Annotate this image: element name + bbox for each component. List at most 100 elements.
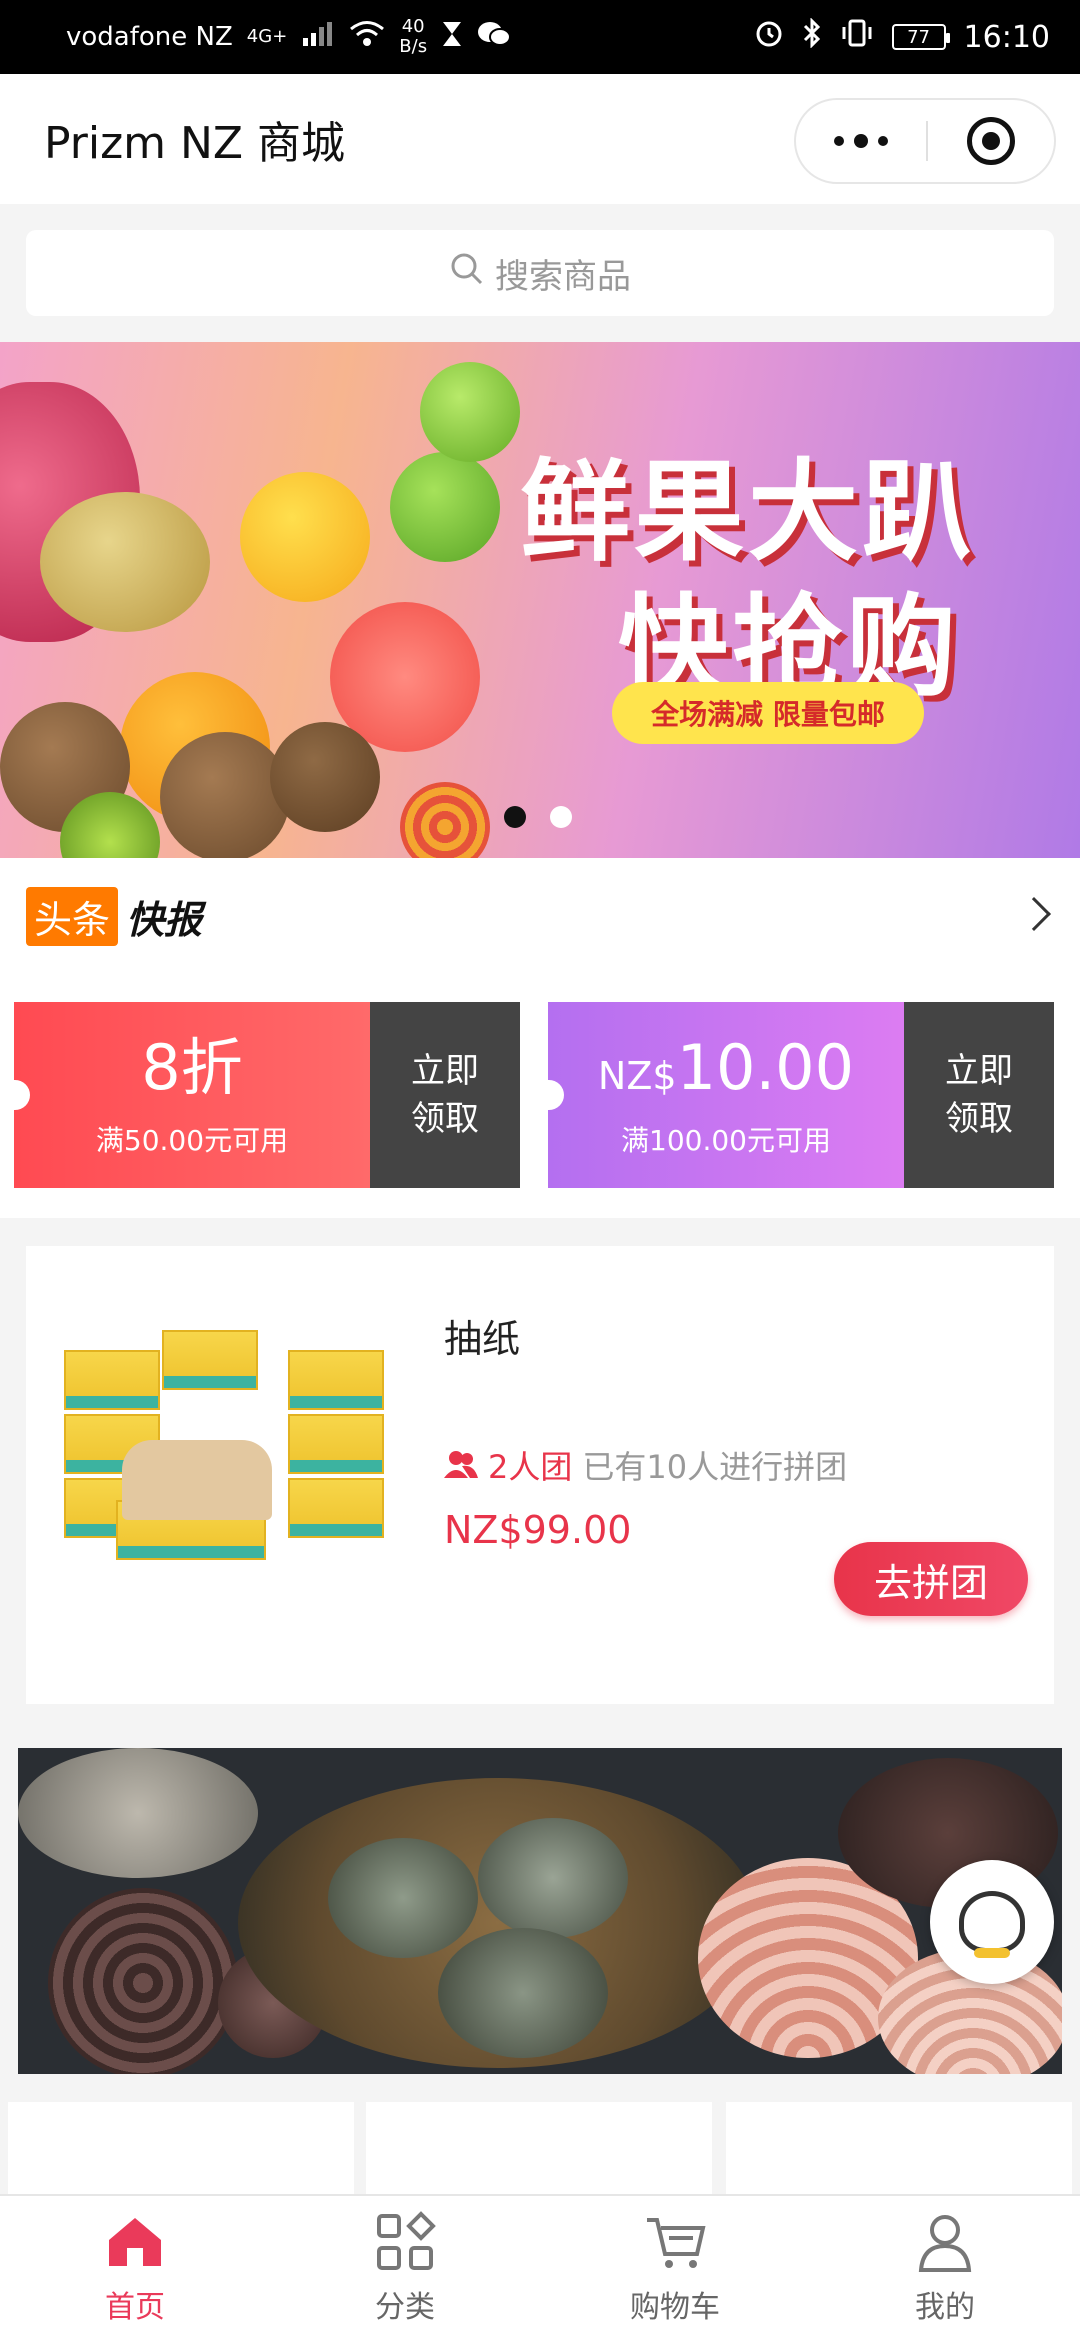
coupon-amount: 8折 xyxy=(141,1031,243,1104)
fruit-image xyxy=(240,472,370,602)
headset-icon xyxy=(959,1891,1025,1958)
product-title: 抽纸 xyxy=(444,1317,521,1361)
seafood-image xyxy=(48,1888,238,2074)
banner-tagline: 全场满减 限量包邮 xyxy=(612,682,924,744)
carousel-dot-active[interactable] xyxy=(504,806,526,828)
status-bar: vodafone NZ 4G+ 40 B/s 77 16:10 xyxy=(0,0,1080,74)
chevron-right-icon xyxy=(1017,897,1051,931)
product-price: NZ$99.00 xyxy=(444,1508,632,1552)
page-title: Prizm NZ 商城 xyxy=(44,118,346,169)
more-button[interactable] xyxy=(796,100,926,182)
search-section: 搜索商品 xyxy=(0,204,1080,342)
status-right: 77 16:10 xyxy=(754,17,1050,56)
tissue-box xyxy=(162,1330,258,1390)
seafood-image xyxy=(328,1838,478,1958)
fruit-image xyxy=(390,452,500,562)
miniprogram-capsule xyxy=(794,98,1056,184)
vibrate-icon xyxy=(840,18,874,56)
tab-label: 购物车 xyxy=(630,2290,720,2325)
wifi-icon xyxy=(349,20,385,55)
coupon-value: NZ$10.00 xyxy=(598,1031,854,1113)
coupon-notch xyxy=(14,1080,30,1110)
seafood-image xyxy=(438,1928,608,2058)
tissue-sheet xyxy=(122,1440,272,1520)
coupon-notch xyxy=(548,1080,564,1110)
tab-home[interactable]: 首页 xyxy=(0,2196,270,2340)
tissue-box xyxy=(64,1350,160,1410)
coupon-section: 8折 满50.00元可用 立即 领取 NZ$10.00 满100.00元可用 立… xyxy=(0,974,1080,1218)
battery-icon: 77 xyxy=(891,24,950,50)
bluetooth-icon xyxy=(802,17,822,56)
group-info: 2人团 已有10人进行拼团 xyxy=(444,1442,847,1488)
bottom-tab-bar: 首页 分类 购物车 我的 xyxy=(0,2194,1080,2340)
fruit-image xyxy=(400,782,490,858)
more-dot-icon xyxy=(854,134,868,148)
claim-label-line1: 立即 xyxy=(411,1051,479,1091)
search-icon xyxy=(449,251,485,296)
claim-label-line2: 领取 xyxy=(411,1099,479,1139)
coupon-amount: 10.00 xyxy=(676,1031,855,1104)
tab-label: 我的 xyxy=(915,2290,975,2325)
join-group-button[interactable]: 去拼团 xyxy=(834,1542,1028,1616)
product-grid xyxy=(0,2092,1080,2212)
people-icon xyxy=(444,1450,478,1480)
news-label: 快报 xyxy=(126,897,203,942)
news-bar[interactable]: 头条 快报 xyxy=(0,858,1080,974)
coupon-condition: 满50.00元可用 xyxy=(95,1124,289,1157)
tab-cart[interactable]: 购物车 xyxy=(540,2196,810,2340)
seafood-banner[interactable] xyxy=(18,1748,1062,2074)
clock: 16:10 xyxy=(963,19,1050,55)
home-icon xyxy=(109,2218,161,2266)
seafood-image xyxy=(478,1818,628,1938)
coupon-condition: 满100.00元可用 xyxy=(621,1124,831,1157)
close-button[interactable] xyxy=(928,117,1054,165)
claim-coupon-button[interactable]: 立即 领取 xyxy=(904,1002,1054,1188)
title-bar: Prizm NZ 商城 xyxy=(0,74,1080,204)
coupon-value-area: NZ$10.00 满100.00元可用 xyxy=(548,1002,904,1188)
tab-category[interactable]: 分类 xyxy=(270,2196,540,2340)
team-size: 2人团 xyxy=(488,1448,573,1486)
coupon-value: 8折 xyxy=(141,1031,242,1113)
group-buy-section: 抽纸 2人团 已有10人进行拼团 NZ$99.00 去拼团 xyxy=(0,1218,1080,1730)
coupon-currency: NZ$ xyxy=(597,1054,677,1098)
claim-label-line1: 立即 xyxy=(945,1051,1013,1091)
category-icon xyxy=(377,2211,436,2270)
carousel-indicator xyxy=(504,806,572,828)
product-image xyxy=(52,1330,404,1572)
tab-profile[interactable]: 我的 xyxy=(810,2196,1080,2340)
claim-coupon-button[interactable]: 立即 领取 xyxy=(370,1002,520,1188)
more-dot-icon xyxy=(834,136,844,146)
network-type: 4G+ xyxy=(246,26,288,47)
fruit-image xyxy=(420,362,520,462)
app-root: vodafone NZ 4G+ 40 B/s 77 16:10 Prizm NZ… xyxy=(0,0,1080,2340)
fruit-image xyxy=(270,722,380,832)
carousel-dot[interactable] xyxy=(550,806,572,828)
customer-service-button[interactable] xyxy=(930,1860,1054,1984)
tissue-box xyxy=(288,1350,384,1410)
coupon-card: 8折 满50.00元可用 立即 领取 xyxy=(14,1002,520,1188)
alarm-icon xyxy=(754,18,784,56)
network-speed: 40 B/s xyxy=(399,17,427,57)
battery-level: 77 xyxy=(907,26,930,48)
carrier-name: vodafone NZ xyxy=(66,22,233,52)
user-icon xyxy=(918,2215,972,2272)
group-buy-card[interactable]: 抽纸 2人团 已有10人进行拼团 NZ$99.00 去拼团 xyxy=(26,1246,1054,1704)
promo-banner[interactable]: 鲜果大趴 快抢购 全场满减 限量包邮 xyxy=(0,342,1080,858)
network-speed-unit: B/s xyxy=(399,36,428,57)
fruit-image xyxy=(40,492,210,632)
tab-label: 首页 xyxy=(105,2290,165,2325)
more-dot-icon xyxy=(878,136,888,146)
wechat-icon xyxy=(477,20,512,55)
participants-count: 已有10人进行拼团 xyxy=(582,1448,848,1486)
fruit-image xyxy=(160,732,290,858)
tissue-box xyxy=(288,1478,384,1538)
news-tag: 头条 xyxy=(26,886,119,946)
signal-icon xyxy=(301,20,335,55)
tissue-box xyxy=(288,1414,384,1474)
search-placeholder: 搜索商品 xyxy=(495,256,631,297)
search-input[interactable]: 搜索商品 xyxy=(26,230,1054,316)
status-left: vodafone NZ 4G+ 40 B/s xyxy=(66,17,512,57)
claim-label-line2: 领取 xyxy=(945,1099,1013,1139)
coupon-value-area: 8折 满50.00元可用 xyxy=(14,1002,370,1188)
seafood-image xyxy=(18,1748,258,1878)
